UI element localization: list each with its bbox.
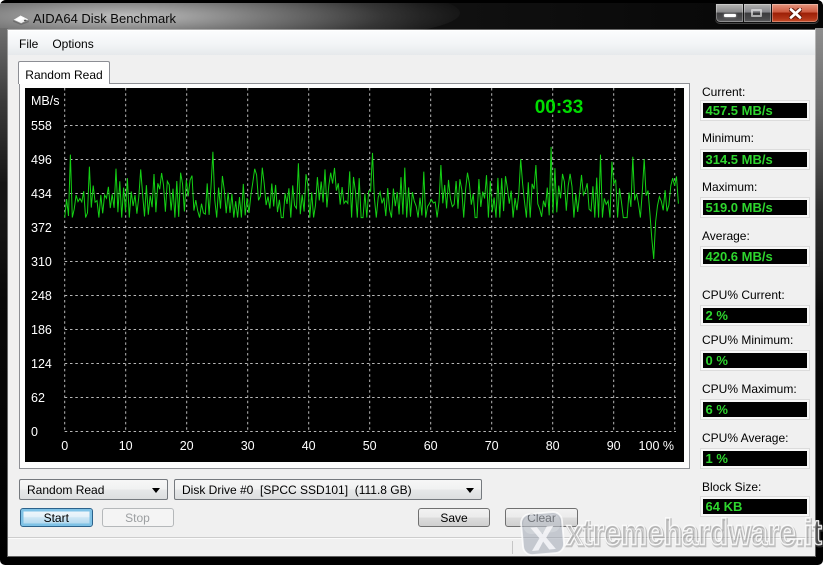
- svg-text:70: 70: [485, 439, 499, 453]
- svg-text:434: 434: [31, 187, 52, 201]
- svg-text:00:33: 00:33: [535, 97, 584, 118]
- svg-text:80: 80: [546, 439, 560, 453]
- svg-text:10: 10: [119, 439, 133, 453]
- svg-text:558: 558: [31, 119, 52, 133]
- svg-text:248: 248: [31, 289, 52, 303]
- svg-text:50: 50: [363, 439, 377, 453]
- svg-text:30: 30: [241, 439, 255, 453]
- svg-text:124: 124: [31, 357, 52, 371]
- svg-text:40: 40: [302, 439, 316, 453]
- svg-text:0: 0: [31, 425, 38, 439]
- svg-text:62: 62: [31, 391, 45, 405]
- svg-text:310: 310: [31, 255, 52, 269]
- svg-text:100 %: 100 %: [639, 439, 674, 453]
- svg-text:MB/s: MB/s: [31, 94, 59, 108]
- svg-text:496: 496: [31, 153, 52, 167]
- svg-text:186: 186: [31, 323, 52, 337]
- svg-text:x: x: [528, 510, 557, 561]
- svg-text:20: 20: [180, 439, 194, 453]
- svg-text:0: 0: [61, 439, 68, 453]
- svg-text:372: 372: [31, 221, 52, 235]
- svg-text:xtremehardware.it: xtremehardware.it: [566, 512, 822, 553]
- svg-text:60: 60: [424, 439, 438, 453]
- svg-text:90: 90: [607, 439, 621, 453]
